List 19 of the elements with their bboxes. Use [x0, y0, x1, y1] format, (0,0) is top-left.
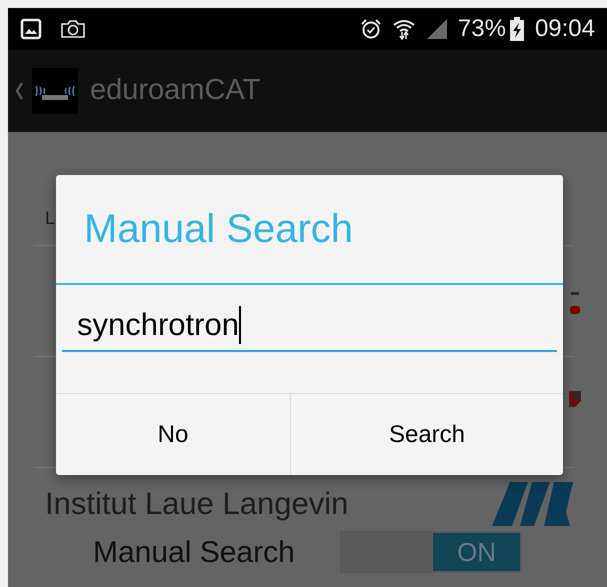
- wifi-icon: [392, 18, 416, 40]
- dialog-button[interactable]: Search: [291, 394, 563, 475]
- search-field[interactable]: synchrotron: [62, 300, 557, 352]
- signal-icon: [426, 18, 448, 40]
- dialog-button[interactable]: No: [56, 394, 291, 475]
- clock: 09:04: [534, 17, 595, 41]
- image-icon: [20, 18, 42, 40]
- app-title: eduroamCAT: [90, 73, 260, 108]
- battery-charging-icon: [508, 17, 525, 41]
- app-logo[interactable]: [32, 68, 78, 114]
- dialog-title: Manual Search: [84, 206, 354, 253]
- back-icon[interactable]: [14, 81, 24, 101]
- camera-icon: [60, 19, 86, 39]
- alarm-icon: [360, 18, 382, 40]
- section-heading: L: [45, 208, 56, 228]
- institution-name: Institut Laue Langevin: [45, 485, 350, 523]
- manual-search-label: Manual Search: [93, 534, 296, 570]
- logo-fragment: [569, 391, 581, 407]
- battery-percent: 73%: [458, 17, 506, 41]
